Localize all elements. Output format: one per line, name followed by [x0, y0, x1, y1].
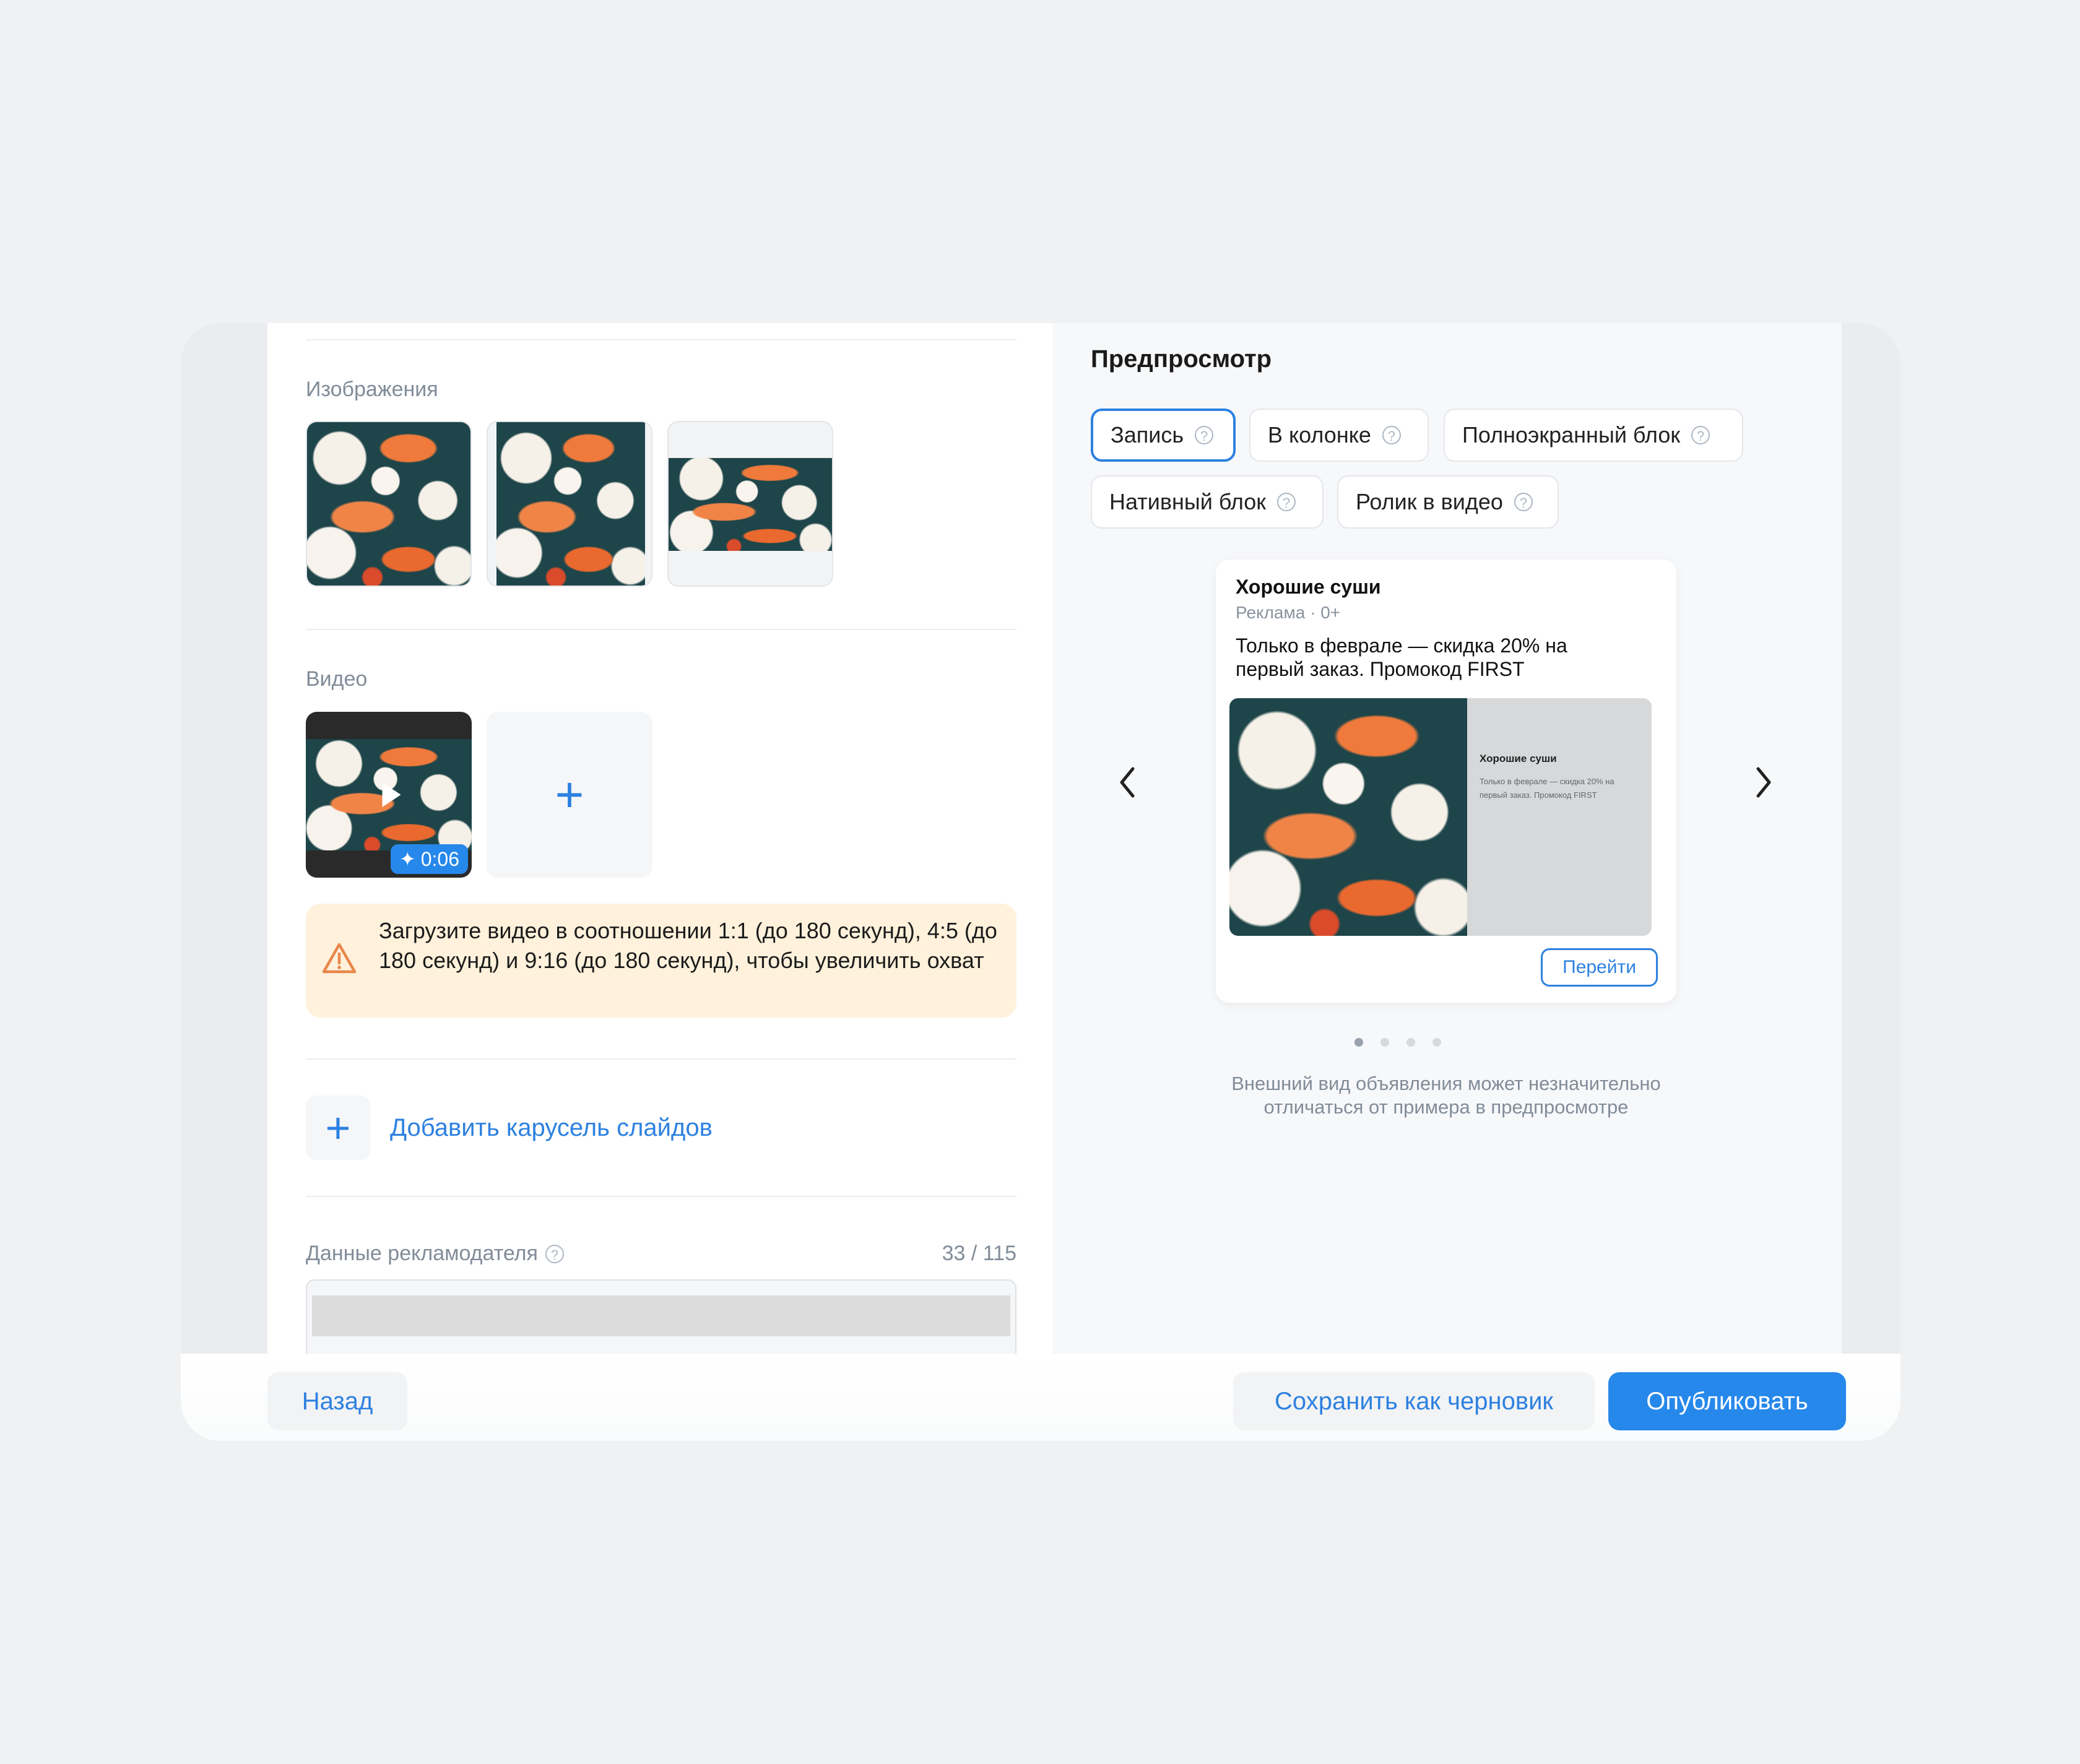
images-label: Изображения [306, 378, 438, 401]
image-thumbnail-landscape[interactable] [667, 421, 833, 587]
advertiser-label: Данные рекламодателя [306, 1242, 538, 1265]
video-duration: 0:06 [420, 847, 459, 870]
divider [306, 1058, 1016, 1060]
footer-bar: Назад Сохранить как черновик Опубликоват… [181, 1354, 1900, 1441]
tab-column[interactable]: В колонке ? [1249, 409, 1429, 462]
ad-media: Хорошие суши Только в феврале — скидка 2… [1229, 698, 1652, 936]
video-format-warning: Загрузите видео в соотношении 1:1 (до 18… [306, 904, 1016, 1018]
slide-dot[interactable] [1406, 1038, 1415, 1047]
form-panel: Изображения Видео ✦ 0:06 + Загрузите вид… [267, 323, 1052, 1354]
plus-icon: + [306, 1096, 370, 1160]
image-thumbnail-square[interactable] [306, 421, 472, 587]
advertiser-char-count: 33 / 115 [942, 1242, 1016, 1265]
sushi-image [669, 458, 832, 551]
help-icon[interactable]: ? [1277, 493, 1296, 511]
sparkle-icon: ✦ [399, 848, 416, 870]
ad-media-image [1229, 698, 1467, 936]
preview-title: Предпросмотр [1091, 345, 1272, 373]
help-icon[interactable]: ? [1382, 426, 1401, 444]
chevron-left-icon[interactable] [1117, 766, 1138, 798]
divider [306, 339, 1016, 340]
ad-advertiser-name: Хорошие суши [1236, 576, 1381, 598]
advertiser-data-field[interactable] [306, 1279, 1016, 1354]
help-icon[interactable]: ? [1514, 493, 1533, 511]
warning-icon [322, 943, 357, 974]
slide-dot[interactable] [1354, 1038, 1363, 1047]
tab-post[interactable]: Запись ? [1091, 409, 1236, 462]
advertiser-label-row: Данные рекламодателя ? [306, 1242, 564, 1266]
back-button[interactable]: Назад [267, 1372, 407, 1430]
help-icon[interactable]: ? [545, 1244, 564, 1263]
divider [306, 629, 1016, 630]
ad-media-text: Только в феврале — скидка 20% на первый … [1480, 777, 1614, 800]
slide-indicator [1354, 1038, 1441, 1047]
tab-label: Нативный блок [1109, 489, 1267, 514]
video-thumbnail[interactable]: ✦ 0:06 [306, 712, 472, 878]
slide-dot[interactable] [1432, 1038, 1441, 1047]
ad-media-title: Хорошие суши [1480, 753, 1557, 764]
save-draft-button[interactable]: Сохранить как черновик [1233, 1372, 1595, 1430]
sushi-image [307, 422, 470, 586]
preview-disclaimer: Внешний вид объявления может незначитель… [1231, 1073, 1661, 1118]
tab-label: В колонке [1268, 422, 1371, 447]
advertiser-data-value [312, 1295, 1010, 1336]
ad-meta: Реклама · 0+ [1236, 603, 1341, 622]
tab-video-roll[interactable]: Ролик в видео ? [1337, 475, 1559, 529]
warning-text: Загрузите видео в соотношении 1:1 (до 18… [379, 918, 997, 973]
ad-text: Только в феврале — скидка 20% на первый … [1236, 634, 1567, 680]
tab-fullscreen[interactable]: Полноэкранный блок ? [1444, 409, 1743, 462]
ad-editor-card: Изображения Видео ✦ 0:06 + Загрузите вид… [181, 323, 1900, 1441]
ad-goto-button[interactable]: Перейти [1541, 948, 1658, 987]
sushi-image [496, 422, 645, 586]
plus-icon: + [555, 767, 584, 822]
video-label: Видео [306, 667, 368, 691]
help-icon[interactable]: ? [1195, 426, 1214, 444]
publish-button[interactable]: Опубликовать [1608, 1372, 1846, 1430]
video-duration-badge: ✦ 0:06 [390, 844, 468, 874]
play-icon [382, 782, 401, 807]
ad-preview-card: Хорошие суши Реклама · 0+ Только в февра… [1216, 560, 1676, 1003]
chevron-right-icon[interactable] [1753, 766, 1774, 798]
tab-label: Полноэкранный блок [1462, 422, 1681, 447]
ad-media-text-panel: Хорошие суши Только в феврале — скидка 2… [1467, 698, 1652, 936]
divider [306, 1196, 1016, 1197]
preview-panel: Предпросмотр Запись ? В колонке ? Полноэ… [1052, 323, 1842, 1354]
tab-label: Запись [1111, 422, 1184, 447]
add-video-button[interactable]: + [487, 712, 652, 878]
image-thumbnail-portrait[interactable] [487, 421, 652, 587]
add-carousel-button[interactable]: + Добавить карусель слайдов [306, 1096, 713, 1160]
tab-native[interactable]: Нативный блок ? [1091, 475, 1324, 529]
tab-label: Ролик в видео [1356, 489, 1503, 514]
slide-dot[interactable] [1380, 1038, 1389, 1047]
help-icon[interactable]: ? [1691, 426, 1710, 444]
add-carousel-label: Добавить карусель слайдов [390, 1113, 713, 1141]
